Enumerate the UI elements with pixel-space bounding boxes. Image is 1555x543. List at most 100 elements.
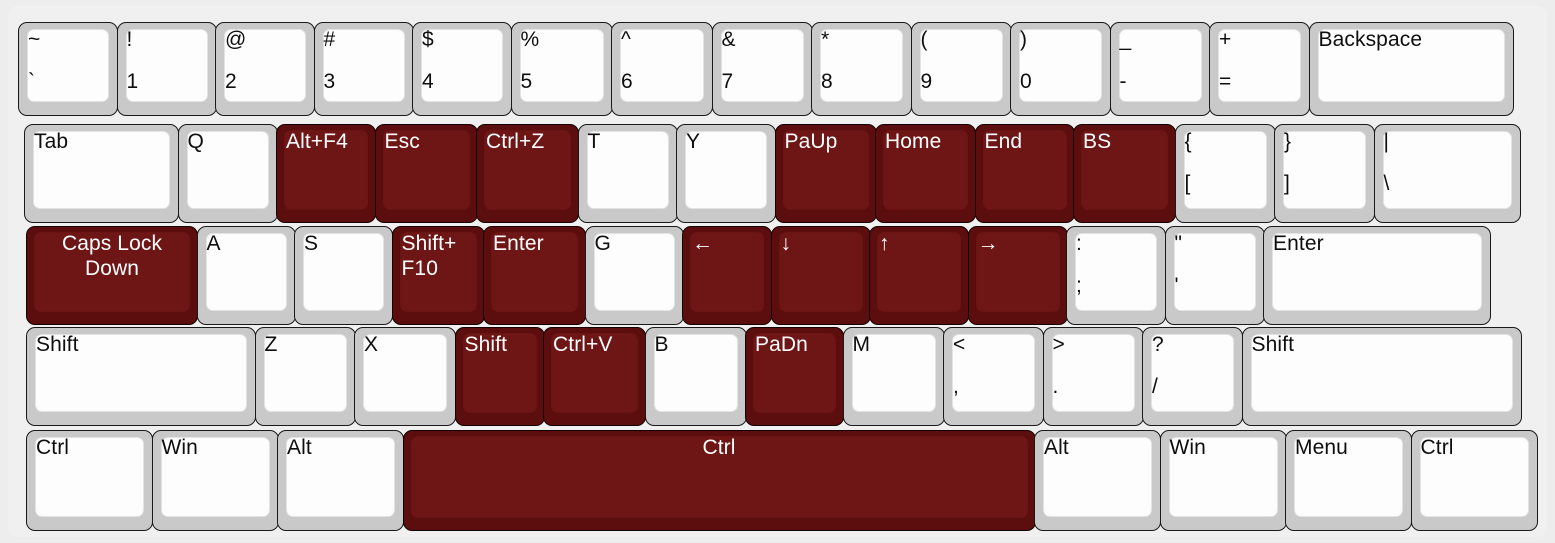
key-quote-label: " <box>1174 232 1183 255</box>
key-w[interactable]: Alt+F4 <box>276 124 376 223</box>
key-lshift[interactable]: Shift <box>26 327 256 426</box>
key-p[interactable]: BS <box>1073 124 1176 223</box>
qwerty-row: Tab Q Alt+F4 Esc Ctrl+Z T Y PaUp Home End BS{[}] | \ <box>24 124 1521 223</box>
key-v[interactable]: Ctrl+V <box>543 327 646 426</box>
key-h[interactable]: ← <box>682 226 772 325</box>
key-j-label: ↓ <box>780 232 792 255</box>
key-minus[interactable]: _ - <box>1109 22 1211 116</box>
key-rshift-label: Shift <box>1251 333 1295 356</box>
key-backslash[interactable]: | \ <box>1373 124 1521 223</box>
home-row: Caps Lock Down A S Shift+ F10 Enter G ← ↓ ↑ →:; " '… <box>26 226 1491 325</box>
key-r[interactable]: Ctrl+Z <box>476 124 579 223</box>
bottom-row: Ctrl Win Alt Ctrl Alt Win Menu Ctrl <box>26 430 1538 531</box>
key-9-sublabel: 9 <box>920 70 933 93</box>
key-s[interactable]: S <box>294 226 393 325</box>
key-c[interactable]: Shift <box>454 327 545 426</box>
key-z[interactable]: Z <box>254 327 356 426</box>
key-l[interactable]: → <box>967 226 1068 325</box>
key-quote[interactable]: " ' <box>1164 226 1265 325</box>
key-7[interactable]: & 7 <box>711 22 813 116</box>
key-p-label: BS <box>1083 130 1112 153</box>
key-u[interactable]: PaUp <box>774 124 877 223</box>
key-c-label: Shift <box>464 333 508 356</box>
key-lbracket[interactable]: {[ <box>1174 124 1276 223</box>
key-q-label: Q <box>187 130 204 153</box>
key-lbracket-sublabel: [ <box>1184 172 1191 195</box>
key-j[interactable]: ↓ <box>770 226 871 325</box>
key-0[interactable]: ) 0 <box>1010 22 1111 116</box>
key-n[interactable]: PaDn <box>745 327 844 426</box>
key-backslash-label: | <box>1383 130 1390 153</box>
key-capslock[interactable]: Caps Lock Down <box>26 226 198 325</box>
key-lalt-label: Alt <box>287 436 312 459</box>
key-k[interactable]: ↑ <box>869 226 969 325</box>
key-y[interactable]: Y <box>676 124 776 223</box>
key-1-sublabel: 1 <box>126 70 139 93</box>
key-4[interactable]: $4 <box>412 22 512 116</box>
key-7-sublabel: 7 <box>721 70 734 93</box>
key-quote-sublabel: ' <box>1174 274 1179 297</box>
key-0-label: ) <box>1020 28 1028 51</box>
key-5-label: % <box>520 28 540 51</box>
key-8-sublabel: 8 <box>821 70 833 93</box>
key-2[interactable]: @2 <box>215 22 315 116</box>
key-f[interactable]: Enter <box>483 226 586 325</box>
key-enter[interactable]: Enter <box>1263 226 1491 325</box>
key-3[interactable]: #3 <box>313 22 414 116</box>
key-3-sublabel: 3 <box>323 70 336 93</box>
key-rshift[interactable]: Shift <box>1241 327 1522 426</box>
key-k-label: ↑ <box>879 232 890 255</box>
key-backtick[interactable]: ~ ` <box>18 22 118 116</box>
key-a[interactable]: A <box>196 226 296 325</box>
keyboard-layout: ~ `! 1 @2 #3 $4% 5 ^ 6 & 7 * 8(9) 0 _ - + = Backspace Tab Q A… <box>0 0 1555 543</box>
key-4-sublabel: 4 <box>422 70 434 93</box>
key-semicolon[interactable]: :; <box>1066 226 1166 325</box>
key-capslock-label: Caps Lock Down <box>61 232 163 280</box>
key-d[interactable]: Shift+ F10 <box>391 226 485 325</box>
key-l-label: → <box>977 232 999 255</box>
key-lctrl[interactable]: Ctrl <box>26 430 153 531</box>
key-slash[interactable]: ? / <box>1142 327 1243 426</box>
key-1[interactable]: ! 1 <box>116 22 217 116</box>
key-semicolon-sublabel: ; <box>1076 274 1082 297</box>
key-x[interactable]: X <box>354 327 456 426</box>
key-rctrl[interactable]: Ctrl <box>1410 430 1538 531</box>
key-o[interactable]: End <box>974 124 1075 223</box>
key-2-label: @ <box>225 28 247 51</box>
key-ralt[interactable]: Alt <box>1034 430 1161 531</box>
key-e[interactable]: Esc <box>374 124 478 223</box>
key-backspace[interactable]: Backspace <box>1308 22 1514 116</box>
key-tab-label: Tab <box>34 130 69 153</box>
key-lalt[interactable]: Alt <box>277 430 404 531</box>
key-y-label: Y <box>686 130 701 153</box>
key-4-label: $ <box>422 28 434 51</box>
key-rbracket-label: } <box>1284 130 1292 153</box>
key-5[interactable]: % 5 <box>510 22 613 116</box>
key-equal[interactable]: + = <box>1209 22 1310 116</box>
key-lbracket-label: { <box>1184 130 1192 153</box>
key-lwin[interactable]: Win <box>151 430 279 531</box>
key-g[interactable]: G <box>584 226 684 325</box>
key-m[interactable]: M <box>842 327 945 426</box>
key-tab[interactable]: Tab <box>24 124 179 223</box>
key-t[interactable]: T <box>577 124 678 223</box>
key-q[interactable]: Q <box>177 124 278 223</box>
key-0-sublabel: 0 <box>1020 70 1032 93</box>
key-i[interactable]: Home <box>875 124 976 223</box>
key-space[interactable]: Ctrl <box>402 430 1036 531</box>
key-backtick-label: ~ <box>28 28 41 51</box>
key-6[interactable]: ^ 6 <box>611 22 713 116</box>
key-menu[interactable]: Menu <box>1285 430 1412 531</box>
key-space-label: Ctrl <box>702 436 736 459</box>
key-period-label: > <box>1052 333 1065 356</box>
key-8[interactable]: * 8 <box>811 22 912 116</box>
key-e-label: Esc <box>384 130 420 153</box>
key-b[interactable]: B <box>644 327 747 426</box>
key-period[interactable]: >. <box>1042 327 1144 426</box>
key-comma-label: < <box>953 333 966 356</box>
key-comma[interactable]: <, <box>943 327 1044 426</box>
key-9[interactable]: (9 <box>910 22 1012 116</box>
key-rbracket[interactable]: }] <box>1274 124 1375 223</box>
key-rwin[interactable]: Win <box>1159 430 1287 531</box>
key-ralt-label: Alt <box>1044 436 1069 459</box>
